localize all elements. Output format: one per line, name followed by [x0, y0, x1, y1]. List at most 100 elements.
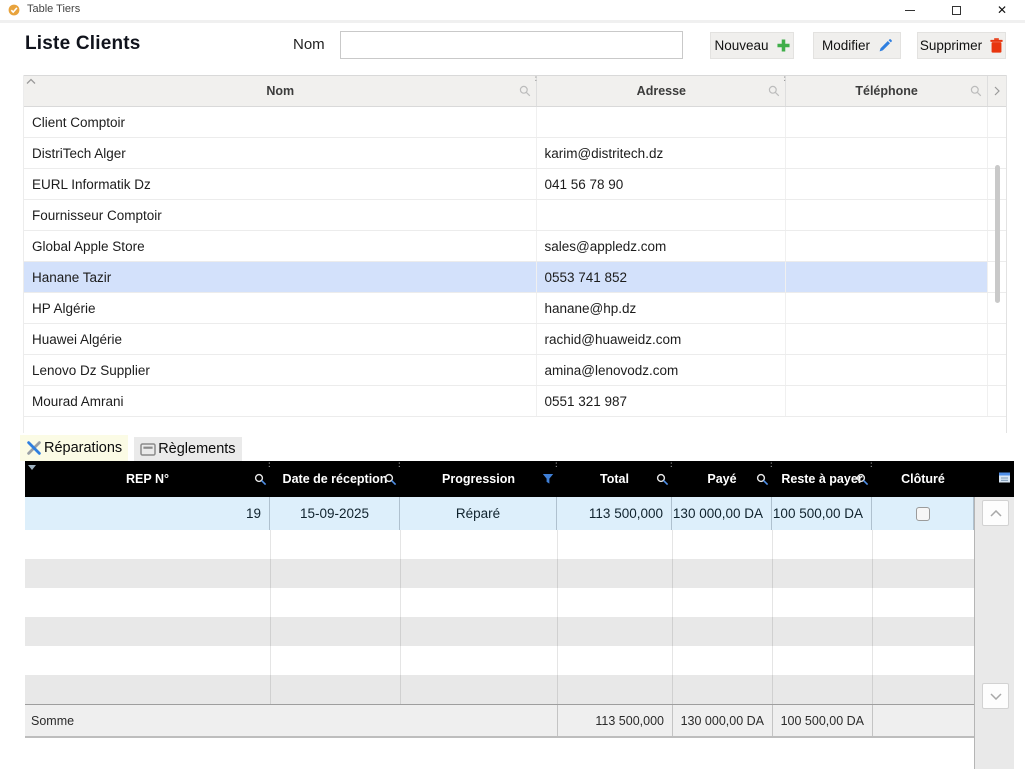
cell-paye: 130 000,00 DA — [672, 497, 772, 530]
search-column-icon[interactable] — [519, 85, 531, 97]
column-header-nom[interactable]: Nom — [24, 76, 537, 106]
column-header-paye[interactable]: : Payé — [672, 461, 772, 497]
repairs-vertical-scrollbar[interactable] — [974, 497, 1014, 769]
chevron-up-icon — [990, 510, 1002, 517]
maximize-button[interactable] — [933, 0, 979, 20]
cell-nom: Hanane Tazir — [24, 262, 537, 292]
column-overflow-chevron[interactable] — [988, 76, 1006, 106]
cell-telephone — [786, 355, 988, 385]
cell-nom: Huawei Algérie — [24, 324, 537, 354]
column-header-nom-label: Nom — [266, 84, 294, 98]
detail-tabs: Réparations Règlements — [20, 435, 242, 461]
client-row[interactable]: Huawei Algérierachid@huaweidz.com — [24, 324, 1006, 355]
delete-button[interactable]: Supprimer — [917, 32, 1006, 59]
summary-label: Somme — [25, 705, 557, 736]
cloture-checkbox[interactable] — [916, 507, 930, 521]
summary-paye: 130 000,00 DA — [672, 705, 772, 736]
column-header-progression[interactable]: : Progression — [400, 461, 557, 497]
column-header-rep-no[interactable]: REP N° — [25, 461, 270, 497]
cell-telephone — [786, 169, 988, 199]
search-column-icon[interactable] — [756, 473, 769, 486]
tab-reparations[interactable]: Réparations — [20, 435, 128, 461]
new-button-label: Nouveau — [714, 38, 768, 53]
cell-adresse: karim@distritech.dz — [537, 138, 786, 168]
vertical-scrollbar-thumb[interactable] — [995, 165, 1000, 303]
new-button[interactable]: Nouveau — [710, 32, 794, 59]
client-row[interactable]: HP Algériehanane@hp.dz — [24, 293, 1006, 324]
summary-total: 113 500,000 — [557, 705, 672, 736]
client-row[interactable]: Hanane Tazir0553 741 852 — [24, 262, 1006, 293]
minimize-button[interactable] — [887, 0, 933, 20]
cell-spacer — [988, 386, 1006, 416]
close-button[interactable]: ✕ — [979, 0, 1025, 20]
maximize-icon — [952, 6, 961, 15]
cell-adresse — [537, 107, 786, 137]
cell-nom: Global Apple Store — [24, 231, 537, 261]
column-header-date-label: Date de réception — [283, 472, 388, 486]
column-resize-handle[interactable]: : — [534, 76, 537, 82]
repairs-grid: REP N° : Date de réception : Progression… — [25, 461, 1014, 738]
repair-row[interactable]: 19 15-09-2025 Réparé 113 500,000 130 000… — [25, 497, 1014, 530]
search-column-icon[interactable] — [856, 473, 869, 486]
column-resize-handle[interactable]: : — [783, 76, 786, 82]
clients-grid-body: Client Comptoir DistriTech Algerkarim@di… — [24, 107, 1006, 417]
cell-spacer — [988, 107, 1006, 137]
column-header-date-reception[interactable]: : Date de réception — [270, 461, 400, 497]
repairs-grid-header: REP N° : Date de réception : Progression… — [25, 461, 1014, 497]
search-column-icon[interactable] — [254, 473, 267, 486]
cell-progression: Réparé — [400, 497, 557, 530]
pencil-icon — [878, 39, 892, 53]
repairs-summary-row: Somme 113 500,000 130 000,00 DA 100 500,… — [25, 704, 1014, 738]
column-header-progression-label: Progression — [442, 472, 515, 486]
column-header-total[interactable]: : Total — [557, 461, 672, 497]
search-column-icon[interactable] — [384, 473, 397, 486]
column-header-cloture[interactable]: : Clôturé — [872, 461, 974, 497]
client-row[interactable]: Lenovo Dz Supplieramina@lenovodz.com — [24, 355, 1006, 386]
cell-spacer — [988, 138, 1006, 168]
repairs-empty-rows — [25, 530, 1014, 704]
column-header-telephone[interactable]: : Téléphone — [786, 76, 988, 106]
client-row[interactable]: Fournisseur Comptoir — [24, 200, 1006, 231]
app-window: Table Tiers ✕ Liste Clients Nom Nouveau … — [0, 0, 1025, 769]
empty-row — [25, 588, 1014, 617]
cell-nom: Lenovo Dz Supplier — [24, 355, 537, 385]
client-row[interactable]: Global Apple Storesales@appledz.com — [24, 231, 1006, 262]
scroll-up-button[interactable] — [982, 500, 1009, 526]
column-header-paye-label: Payé — [707, 472, 736, 486]
cell-adresse: hanane@hp.dz — [537, 293, 786, 323]
column-header-adresse[interactable]: : Adresse — [537, 76, 786, 106]
column-resize-handle[interactable]: : — [555, 462, 558, 467]
trash-icon — [990, 38, 1003, 53]
client-row[interactable]: DistriTech Algerkarim@distritech.dz — [24, 138, 1006, 169]
tab-reglements[interactable]: Règlements — [134, 437, 241, 461]
tools-icon — [26, 440, 42, 456]
tab-reglements-label: Règlements — [158, 441, 235, 457]
cell-date-reception: 15-09-2025 — [270, 497, 400, 530]
window-title: Table Tiers — [27, 3, 80, 15]
search-column-icon[interactable] — [656, 473, 669, 486]
empty-row — [25, 675, 1014, 704]
client-row[interactable]: EURL Informatik Dz041 56 78 90 — [24, 169, 1006, 200]
column-header-reste[interactable]: : Reste à payer — [772, 461, 872, 497]
search-column-icon[interactable] — [970, 85, 982, 97]
search-column-icon[interactable] — [768, 85, 780, 97]
edit-button[interactable]: Modifier — [813, 32, 901, 59]
column-resize-handle[interactable]: : — [268, 462, 271, 467]
client-row[interactable]: Mourad Amrani0551 321 987 — [24, 386, 1006, 417]
scroll-down-button[interactable] — [982, 683, 1009, 709]
client-row[interactable]: Client Comptoir — [24, 107, 1006, 138]
column-resize-handle[interactable]: : — [398, 462, 401, 467]
titlebar-divider — [0, 20, 1025, 23]
cell-adresse: rachid@huaweidz.com — [537, 324, 786, 354]
column-resize-handle[interactable]: : — [770, 462, 773, 467]
column-resize-handle[interactable]: : — [670, 462, 673, 467]
cell-telephone — [786, 200, 988, 230]
search-input[interactable] — [340, 31, 683, 59]
column-chooser[interactable] — [974, 461, 1014, 497]
empty-row — [25, 617, 1014, 646]
column-header-rep-no-label: REP N° — [126, 472, 169, 486]
column-resize-handle[interactable]: : — [870, 462, 873, 467]
cell-nom: Client Comptoir — [24, 107, 537, 137]
filter-icon[interactable] — [542, 473, 554, 485]
cell-nom: EURL Informatik Dz — [24, 169, 537, 199]
